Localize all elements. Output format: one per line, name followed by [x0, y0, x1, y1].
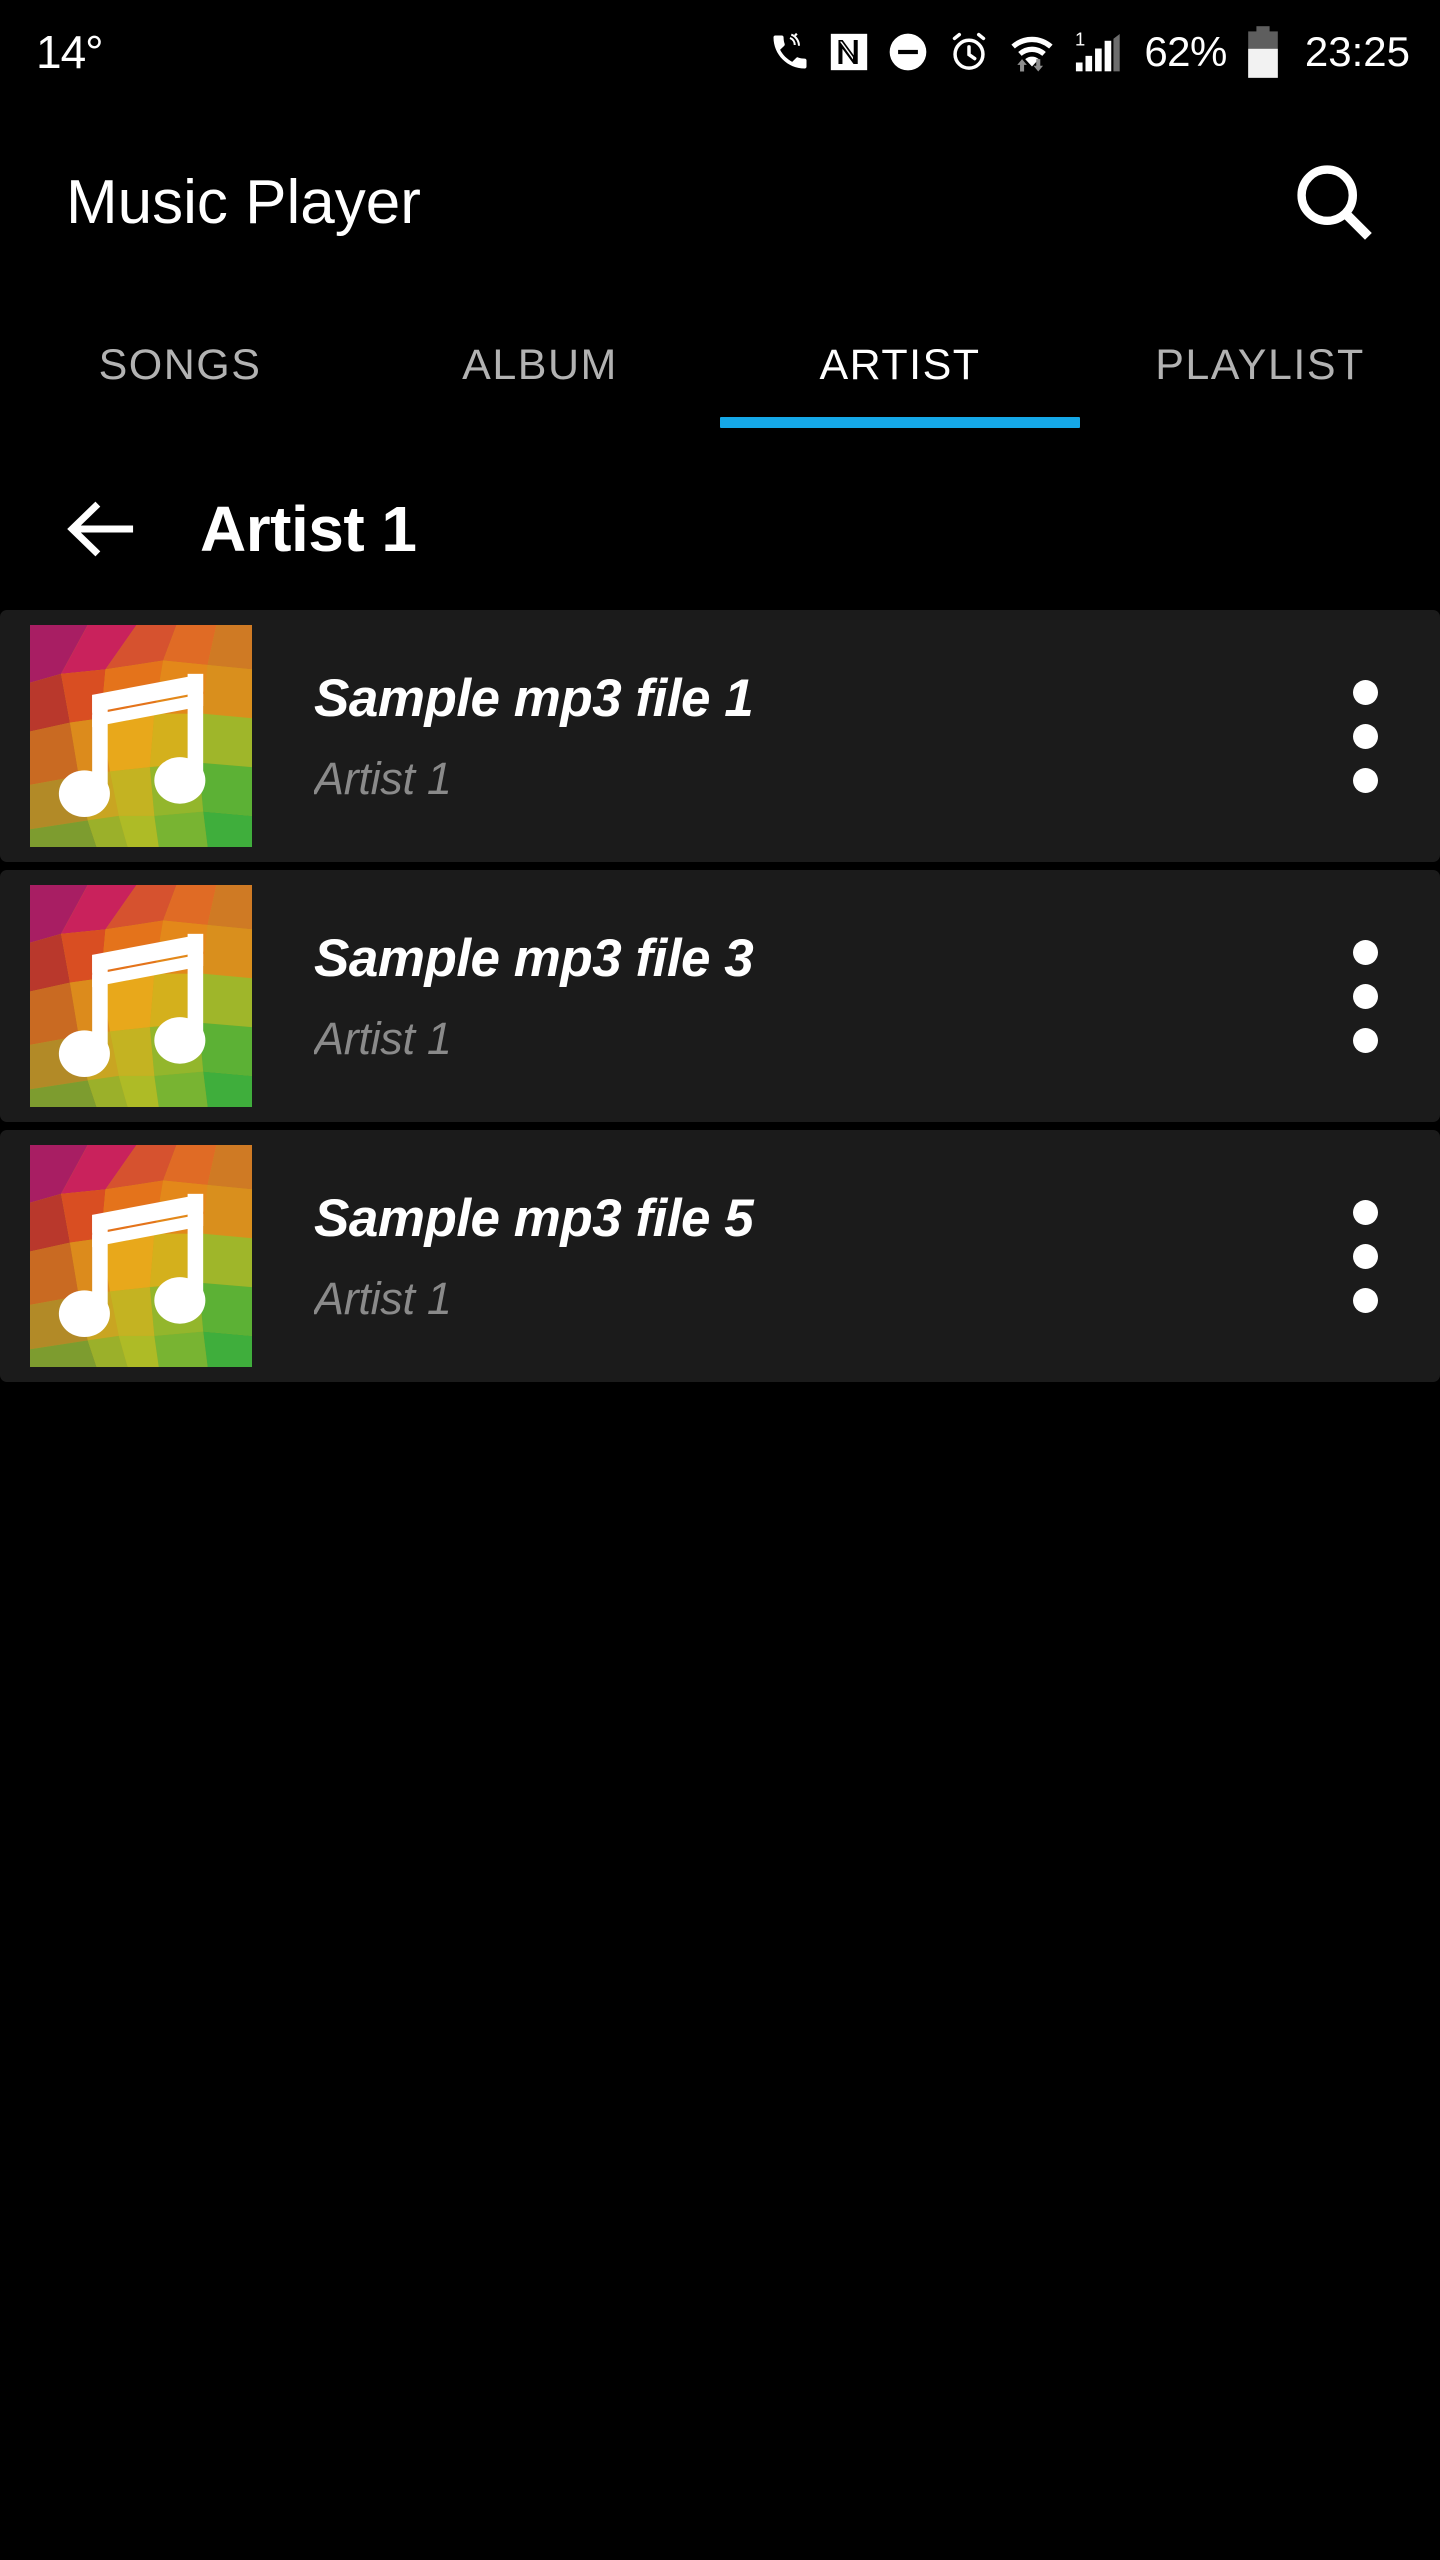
app-bar: Music Player [0, 104, 1440, 300]
status-bar: 14° 1 62% 23:25 [0, 0, 1440, 104]
tab-label: ALBUM [462, 340, 618, 389]
song-title: Sample mp3 file 1 [314, 668, 754, 728]
search-icon [1297, 165, 1372, 240]
tab-album[interactable]: ALBUM [360, 300, 720, 448]
table-row[interactable]: Sample mp3 file 1 Artist 1 [0, 610, 1440, 862]
overflow-menu-button[interactable] [1290, 610, 1440, 862]
song-title: Sample mp3 file 5 [314, 1188, 754, 1248]
song-meta: Sample mp3 file 5 Artist 1 [314, 1188, 1290, 1325]
call-ringer-icon [773, 32, 807, 69]
song-artist: Artist 1 [314, 752, 452, 804]
overflow-menu-button[interactable] [1290, 1130, 1440, 1382]
tab-label: PLAYLIST [1155, 340, 1365, 389]
song-artist: Artist 1 [314, 1012, 452, 1064]
low-poly-background [30, 885, 252, 1107]
song-meta: Sample mp3 file 1 Artist 1 [314, 668, 1290, 805]
overflow-menu-button[interactable] [1290, 870, 1440, 1122]
battery-percent-label: 62% [1144, 28, 1227, 75]
song-title: Sample mp3 file 3 [314, 928, 754, 988]
tab-label: SONGS [98, 340, 262, 389]
overflow-menu-icon [1352, 1287, 1378, 1313]
overflow-menu-icon [1352, 1199, 1378, 1225]
alarm-clock-icon [953, 32, 986, 70]
artist-name-heading: Artist 1 [200, 493, 417, 565]
song-meta: Sample mp3 file 3 Artist 1 [314, 928, 1290, 1065]
do-not-disturb-icon [889, 33, 927, 71]
back-arrow-icon [67, 501, 134, 557]
tab-bar: SONGS ALBUM ARTIST PLAYLIST [0, 300, 1440, 448]
low-poly-background [30, 1145, 252, 1367]
nfc-icon [831, 33, 868, 71]
page-title: Music Player [66, 167, 421, 237]
back-button[interactable] [54, 480, 152, 578]
tab-label: ARTIST [819, 340, 981, 389]
music-note-album-art [30, 1145, 252, 1367]
low-poly-background [30, 625, 252, 847]
artist-header: Artist 1 [0, 448, 1440, 610]
overflow-menu-icon [1352, 983, 1378, 1009]
table-row[interactable]: Sample mp3 file 5 Artist 1 [0, 1130, 1440, 1382]
status-temperature: 14° [36, 26, 104, 78]
tab-active-indicator [720, 417, 1080, 428]
overflow-menu-icon [1352, 1027, 1378, 1053]
search-button[interactable] [1274, 142, 1394, 262]
tab-artist[interactable]: ARTIST [720, 300, 1080, 448]
status-clock: 23:25 [1304, 28, 1410, 75]
overflow-menu-icon [1352, 939, 1378, 965]
song-list: Sample mp3 file 1 Artist 1 Sample mp3 fi… [0, 610, 1440, 1382]
music-note-album-art [30, 625, 252, 847]
tab-songs[interactable]: SONGS [0, 300, 360, 448]
overflow-menu-icon [1352, 679, 1378, 705]
cellular-signal-icon: 1 [1075, 29, 1121, 72]
music-note-album-art [30, 885, 252, 1107]
overflow-menu-icon [1352, 723, 1378, 749]
overflow-menu-icon [1352, 1243, 1378, 1269]
status-icon-tray: 1 62% 23:25 [768, 25, 1410, 79]
battery-icon [1248, 26, 1278, 78]
overflow-menu-icon [1352, 767, 1378, 793]
table-row[interactable]: Sample mp3 file 3 Artist 1 [0, 870, 1440, 1122]
tab-playlist[interactable]: PLAYLIST [1080, 300, 1440, 448]
song-artist: Artist 1 [314, 1272, 452, 1324]
sim-index-label: 1 [1075, 29, 1085, 50]
wifi-data-icon [1011, 36, 1053, 72]
